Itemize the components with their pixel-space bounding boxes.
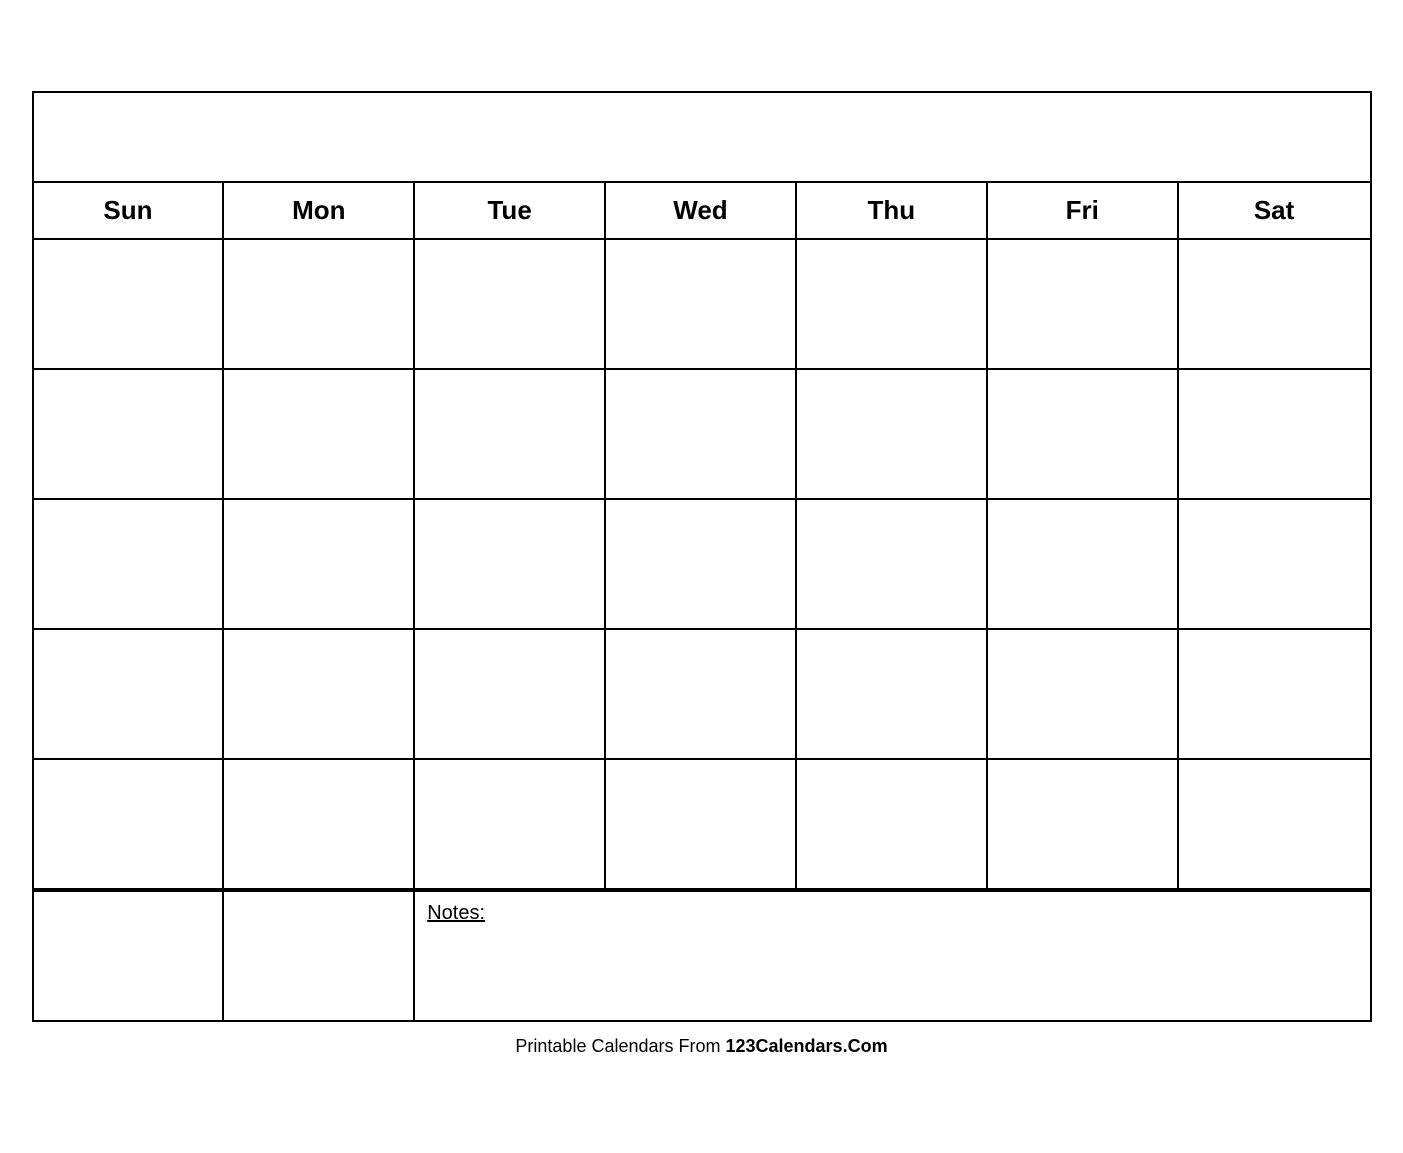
- calendar-cell: [606, 760, 797, 888]
- calendar-container: Sun Mon Tue Wed Thu Fri Sat: [32, 91, 1372, 1022]
- calendar-cell: [34, 240, 225, 368]
- calendar-title-row: [34, 93, 1370, 183]
- calendar-row: [34, 500, 1370, 630]
- calendar-cell: [988, 240, 1179, 368]
- header-mon: Mon: [224, 183, 415, 238]
- notes-row: Notes:: [34, 890, 1370, 1020]
- calendar-cell: [797, 370, 988, 498]
- calendar-cell: [34, 760, 225, 888]
- calendar-cell: [797, 760, 988, 888]
- footer-text-normal: Printable Calendars From: [515, 1036, 725, 1056]
- calendar-cell: [797, 630, 988, 758]
- notes-cell-2: [224, 892, 415, 1020]
- calendar-header: Sun Mon Tue Wed Thu Fri Sat: [34, 183, 1370, 240]
- calendar-cell: [415, 630, 606, 758]
- calendar-cell: [224, 370, 415, 498]
- calendar-cell: [606, 500, 797, 628]
- header-sat: Sat: [1179, 183, 1370, 238]
- calendar-cell: [1179, 240, 1370, 368]
- header-tue: Tue: [415, 183, 606, 238]
- calendar-cell: [606, 240, 797, 368]
- notes-label: Notes:: [427, 902, 485, 924]
- calendar-cell: [1179, 500, 1370, 628]
- calendar-cell: [34, 500, 225, 628]
- header-thu: Thu: [797, 183, 988, 238]
- calendar-cell: [988, 630, 1179, 758]
- calendar-row: [34, 760, 1370, 890]
- calendar-cell: [1179, 370, 1370, 498]
- calendar-cell: [224, 630, 415, 758]
- calendar-cell: [224, 500, 415, 628]
- calendar-row: [34, 630, 1370, 760]
- calendar-cell: [224, 240, 415, 368]
- footer: Printable Calendars From 123Calendars.Co…: [32, 1022, 1372, 1063]
- calendar-cell: [797, 500, 988, 628]
- notes-cell-1: [34, 892, 225, 1020]
- calendar-cell: [606, 370, 797, 498]
- calendar-cell: [34, 630, 225, 758]
- calendar-cell: [797, 240, 988, 368]
- notes-content: Notes:: [415, 892, 1369, 1020]
- calendar-row: [34, 240, 1370, 370]
- footer-text-bold: 123Calendars.Com: [726, 1036, 888, 1056]
- calendar-row: [34, 370, 1370, 500]
- calendar-grid: Notes:: [34, 240, 1370, 1020]
- calendar-cell: [415, 760, 606, 888]
- calendar-cell: [415, 500, 606, 628]
- header-fri: Fri: [988, 183, 1179, 238]
- calendar-cell: [1179, 760, 1370, 888]
- calendar-cell: [988, 760, 1179, 888]
- calendar-cell: [224, 760, 415, 888]
- calendar-cell: [415, 370, 606, 498]
- calendar-cell: [1179, 630, 1370, 758]
- calendar-cell: [34, 370, 225, 498]
- header-sun: Sun: [34, 183, 225, 238]
- calendar-cell: [415, 240, 606, 368]
- calendar-cell: [988, 500, 1179, 628]
- header-wed: Wed: [606, 183, 797, 238]
- calendar-cell: [988, 370, 1179, 498]
- calendar-cell: [606, 630, 797, 758]
